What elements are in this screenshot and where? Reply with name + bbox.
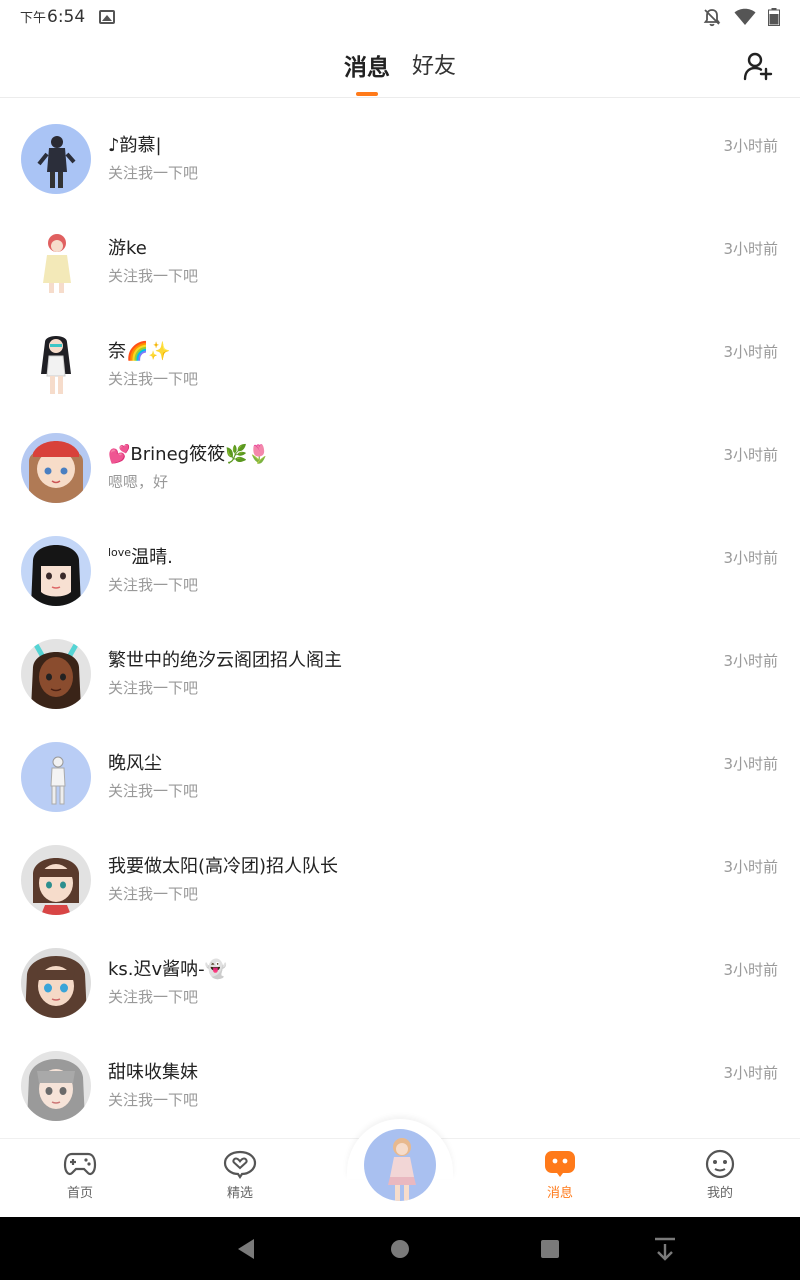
message-preview: 关注我一下吧 [108, 885, 199, 903]
avatar[interactable] [21, 742, 91, 812]
conversation-row[interactable]: 我要做太阳(高冷团)招人队长 关注我一下吧 3小时前 [0, 819, 800, 922]
avatar[interactable] [21, 845, 91, 915]
avatar[interactable] [21, 639, 91, 709]
avatar[interactable] [21, 330, 91, 400]
message-preview: 关注我一下吧 [108, 267, 199, 285]
image-notification-icon [99, 10, 116, 24]
notifications-off-icon [703, 9, 721, 27]
avatar[interactable] [21, 227, 91, 297]
bottom-navigation: 首页 精选 消息 我的 [0, 1119, 800, 1217]
contact-name: 繁世中的绝汐云阁团招人阁主 [108, 650, 342, 671]
contact-name: 我要做太阳(高冷团)招人队长 [108, 856, 339, 877]
tab-friends-label: 好友 [411, 54, 456, 79]
active-tab-indicator [355, 92, 378, 96]
message-time: 3小时前 [723, 240, 778, 258]
message-time: 3小时前 [723, 858, 778, 876]
contact-name: 晚风尘 [108, 753, 162, 774]
wifi-icon [734, 8, 756, 25]
contact-name: 奈🌈✨ [108, 341, 171, 362]
back-icon[interactable] [232, 1235, 260, 1263]
status-time: 6:54 [47, 7, 86, 27]
system-navigation-bar [0, 1217, 800, 1280]
conversation-row[interactable]: 奈🌈✨ 关注我一下吧 3小时前 [0, 304, 800, 407]
contact-name: ♪韵慕| [108, 135, 162, 156]
message-preview: 关注我一下吧 [108, 1091, 199, 1109]
top-header: 消息 好友 [0, 34, 800, 98]
tab-messages-label: 消息 [343, 55, 390, 81]
home-circle-icon[interactable] [386, 1235, 414, 1263]
gamepad-icon [63, 1152, 97, 1176]
nav-home[interactable]: 首页 [40, 1149, 120, 1201]
message-time: 3小时前 [723, 549, 778, 567]
recents-square-icon[interactable] [536, 1235, 564, 1263]
center-avatar-button[interactable] [362, 1127, 438, 1203]
message-time: 3小时前 [723, 343, 778, 361]
battery-icon [768, 8, 780, 26]
message-bubble-icon [545, 1151, 575, 1177]
avatar[interactable] [21, 536, 91, 606]
message-preview: 关注我一下吧 [108, 164, 199, 182]
status-clock: 下午 6:54 [20, 7, 85, 27]
message-preview: 嗯嗯，好 [108, 473, 169, 491]
conversation-row[interactable]: 繁世中的绝汐云阁团招人阁主 关注我一下吧 3小时前 [0, 613, 800, 716]
status-ampm: 下午 [20, 11, 47, 26]
contact-name: 💕Brineg筱筱🌿🌷 [108, 444, 270, 465]
collapse-down-icon[interactable] [651, 1235, 679, 1263]
nav-messages-label: 消息 [546, 1186, 573, 1201]
conversation-list: ♪韵慕| 关注我一下吧 3小时前 游ke 关注我一下吧 3小时前 奈🌈✨ 关注我… [0, 98, 800, 1138]
message-time: 3小时前 [723, 961, 778, 979]
nav-mine-label: 我的 [706, 1186, 733, 1201]
smile-face-icon [705, 1149, 735, 1179]
conversation-row[interactable]: 晚风尘 关注我一下吧 3小时前 [0, 716, 800, 819]
contact-name-prefix: love [108, 546, 132, 559]
message-time: 3小时前 [723, 755, 778, 773]
tab-friends[interactable]: 好友 [412, 48, 456, 82]
message-preview: 关注我一下吧 [108, 576, 199, 594]
conversation-row[interactable]: 💕Brineg筱筱🌿🌷 嗯嗯，好 3小时前 [0, 407, 800, 510]
contact-name: ks.迟v酱呐-👻 [108, 959, 228, 980]
nav-messages[interactable]: 消息 [520, 1149, 600, 1201]
nav-home-label: 首页 [66, 1186, 93, 1201]
message-time: 3小时前 [723, 446, 778, 464]
contact-name: love温晴. [108, 543, 173, 569]
avatar[interactable] [21, 124, 91, 194]
message-preview: 关注我一下吧 [108, 782, 199, 800]
conversation-row[interactable]: ♪韵慕| 关注我一下吧 3小时前 [0, 98, 800, 201]
message-time: 3小时前 [723, 137, 778, 155]
tab-messages[interactable]: 消息 [343, 48, 390, 96]
message-time: 3小时前 [723, 1064, 778, 1082]
avatar[interactable] [21, 1051, 91, 1121]
message-preview: 关注我一下吧 [108, 370, 199, 388]
conversation-row[interactable]: love温晴. 关注我一下吧 3小时前 [0, 510, 800, 613]
conversation-row[interactable]: ks.迟v酱呐-👻 关注我一下吧 3小时前 [0, 922, 800, 1025]
message-time: 3小时前 [723, 652, 778, 670]
conversation-row[interactable]: 游ke 关注我一下吧 3小时前 [0, 201, 800, 304]
message-preview: 关注我一下吧 [108, 679, 199, 697]
header-tabs: 消息 好友 [0, 48, 800, 96]
nav-featured[interactable]: 精选 [200, 1149, 280, 1201]
status-bar: 下午 6:54 [0, 0, 800, 34]
avatar[interactable] [21, 433, 91, 503]
nav-mine[interactable]: 我的 [680, 1149, 760, 1201]
nav-featured-label: 精选 [226, 1186, 253, 1201]
contact-name: 甜味收集妹 [108, 1062, 198, 1083]
contact-name: 游ke [108, 238, 147, 259]
contact-name-main: 温晴. [131, 547, 173, 568]
conversation-row[interactable]: 甜味收集妹 关注我一下吧 3小时前 [0, 1025, 800, 1128]
heart-chat-icon [223, 1150, 257, 1179]
message-preview: 关注我一下吧 [108, 988, 199, 1006]
add-friend-icon[interactable] [742, 50, 774, 82]
avatar[interactable] [21, 948, 91, 1018]
